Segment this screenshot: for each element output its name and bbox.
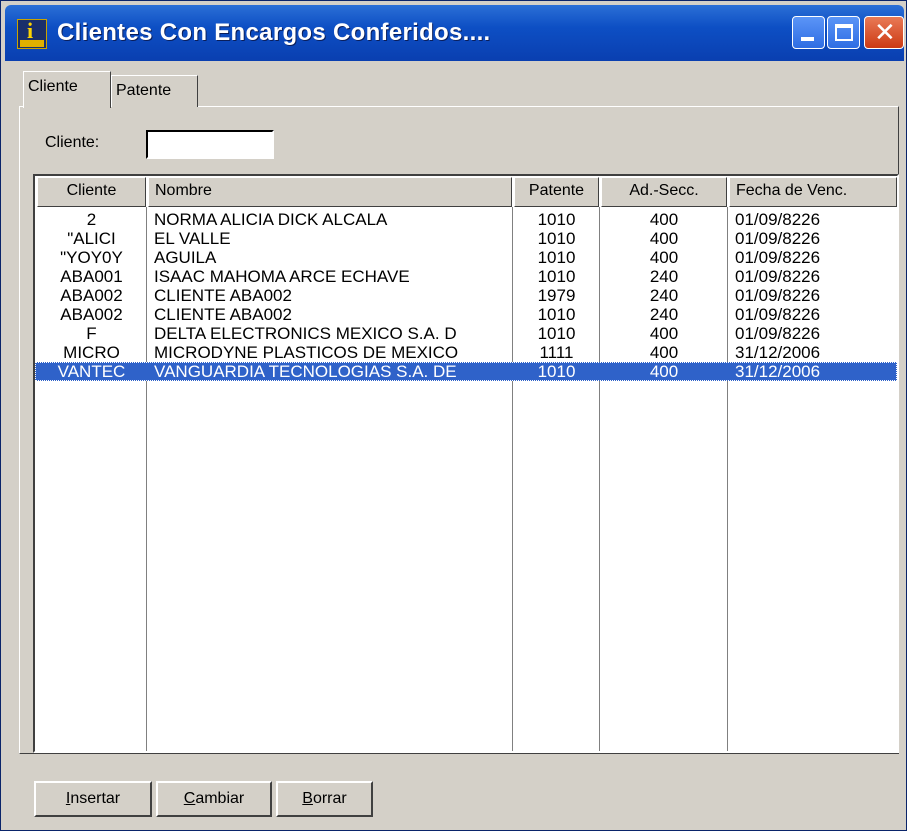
cell-fecha-venc: 31/12/2006 (735, 362, 821, 381)
cambiar-button[interactable]: Cambiar (156, 781, 272, 817)
column-header-nombre[interactable]: Nombre (148, 177, 512, 207)
cell-ad-secc: 400 (649, 229, 679, 248)
cell-patente: 1010 (537, 229, 576, 248)
table-row[interactable]: F DELTA ELECTRONICS MEXICO S.A. D 1010 400 0… (35, 324, 897, 343)
cell-ad-secc: 400 (649, 324, 679, 343)
cell-nombre: DELTA ELECTRONICS MEXICO S.A. D (154, 324, 457, 343)
borrar-mnemonic: B (302, 790, 313, 807)
cell-cliente: "YOY0Y (60, 248, 123, 267)
cliente-filter-label: Cliente: (45, 134, 100, 151)
column-header-fecha-venc[interactable]: Fecha de Venc. (729, 177, 897, 207)
cell-ad-secc: 240 (649, 305, 679, 324)
table-row[interactable]: "YOY0Y AGUILA 1010 400 01/09/8226 (35, 248, 897, 267)
tab-cliente[interactable]: Cliente (23, 71, 111, 108)
cell-nombre: ISAAC MAHOMA ARCE ECHAVE (154, 267, 410, 286)
cell-cliente: "ALICI (67, 229, 116, 248)
cell-patente: 1010 (537, 248, 576, 267)
cell-nombre: MICRODYNE PLASTICOS DE MEXICO (154, 343, 459, 362)
cell-patente: 1111 (539, 343, 574, 362)
cell-ad-secc: 400 (649, 248, 679, 267)
cell-nombre: EL VALLE (154, 229, 231, 248)
clientes-grid[interactable]: Cliente Nombre Patente Ad.-Secc. Fecha d… (33, 174, 899, 753)
cell-nombre: CLIENTE ABA002 (154, 286, 292, 305)
tab-patente[interactable]: Patente (111, 75, 198, 107)
close-icon: ✕ (874, 18, 896, 48)
cell-cliente: VANTEC (57, 362, 126, 381)
cliente-filter-input[interactable] (146, 130, 274, 159)
borrar-button[interactable]: Borrar (276, 781, 373, 817)
cell-cliente: ABA002 (60, 286, 123, 305)
cell-fecha-venc: 01/09/8226 (735, 248, 821, 267)
table-row[interactable]: ABA002 CLIENTE ABA002 1010 240 01/09/8226 (35, 305, 897, 324)
cell-cliente: MICRO (63, 343, 120, 362)
cell-ad-secc: 240 (649, 286, 679, 305)
cell-cliente: F (86, 324, 97, 343)
cell-fecha-venc: 01/09/8226 (735, 229, 821, 248)
table-row[interactable]: ABA001 ISAAC MAHOMA ARCE ECHAVE 1010 240 01/… (35, 267, 897, 286)
cell-fecha-venc: 01/09/8226 (735, 324, 821, 343)
cell-fecha-venc: 01/09/8226 (735, 286, 821, 305)
cell-ad-secc: 400 (649, 343, 679, 362)
borrar-label: orrar (312, 790, 347, 807)
table-row[interactable]: 2 NORMA ALICIA DICK ALCALA 1010 400 01/09/82… (35, 210, 897, 229)
table-row[interactable]: MICRO MICRODYNE PLASTICOS DE MEXICO 1111 40… (35, 343, 897, 362)
cell-fecha-venc: 01/09/8226 (735, 267, 821, 286)
title-bar[interactable]: i Clientes Con Encargos Conferidos.... ✕ (5, 5, 904, 61)
cell-patente: 1010 (537, 362, 576, 381)
cell-patente: 1010 (537, 267, 576, 286)
cambiar-mnemonic: C (183, 790, 196, 807)
cell-fecha-venc: 01/09/8226 (735, 305, 821, 324)
cell-ad-secc: 240 (649, 267, 679, 286)
table-row[interactable]: ABA002 CLIENTE ABA002 1979 240 01/09/8226 (35, 286, 897, 305)
insertar-label: nsertar (70, 790, 121, 807)
column-header-patente[interactable]: Patente (514, 177, 599, 207)
cell-ad-secc: 400 (649, 210, 679, 229)
cell-cliente: ABA001 (60, 267, 123, 286)
cell-cliente: 2 (86, 210, 97, 229)
minimize-icon (801, 37, 814, 41)
minimize-button[interactable] (792, 16, 825, 49)
close-button[interactable]: ✕ (864, 16, 904, 49)
cell-patente: 1010 (537, 305, 576, 324)
maximize-icon (835, 24, 853, 41)
cell-patente: 1979 (537, 286, 576, 305)
cell-fecha-venc: 01/09/8226 (735, 210, 821, 229)
cell-fecha-venc: 31/12/2006 (735, 343, 821, 362)
cambiar-label: ambiar (195, 790, 245, 807)
cell-cliente: ABA002 (60, 305, 123, 324)
cell-nombre: AGUILA (154, 248, 217, 267)
app-window: i Clientes Con Encargos Conferidos.... ✕… (0, 0, 907, 831)
app-icon[interactable]: i (17, 18, 47, 49)
table-row[interactable]: "ALICI EL VALLE 1010 400 01/09/8226 (35, 229, 897, 248)
cell-nombre: VANGUARDIA TECNOLOGIAS S.A. DE (154, 362, 457, 381)
cell-patente: 1010 (537, 324, 576, 343)
column-header-ad-secc[interactable]: Ad.-Secc. (601, 177, 727, 207)
window-title: Clientes Con Encargos Conferidos.... (57, 19, 491, 46)
cell-nombre: CLIENTE ABA002 (154, 305, 292, 324)
cell-nombre: NORMA ALICIA DICK ALCALA (154, 210, 388, 229)
table-row-selected[interactable]: VANTEC VANGUARDIA TECNOLOGIAS S.A. DE 1010… (35, 362, 897, 381)
cell-patente: 1010 (537, 210, 576, 229)
app-icon-badge (20, 40, 44, 47)
cell-ad-secc: 400 (649, 362, 679, 381)
maximize-button[interactable] (827, 16, 860, 49)
column-header-cliente[interactable]: Cliente (37, 177, 146, 207)
insertar-button[interactable]: Insertar (34, 781, 152, 817)
